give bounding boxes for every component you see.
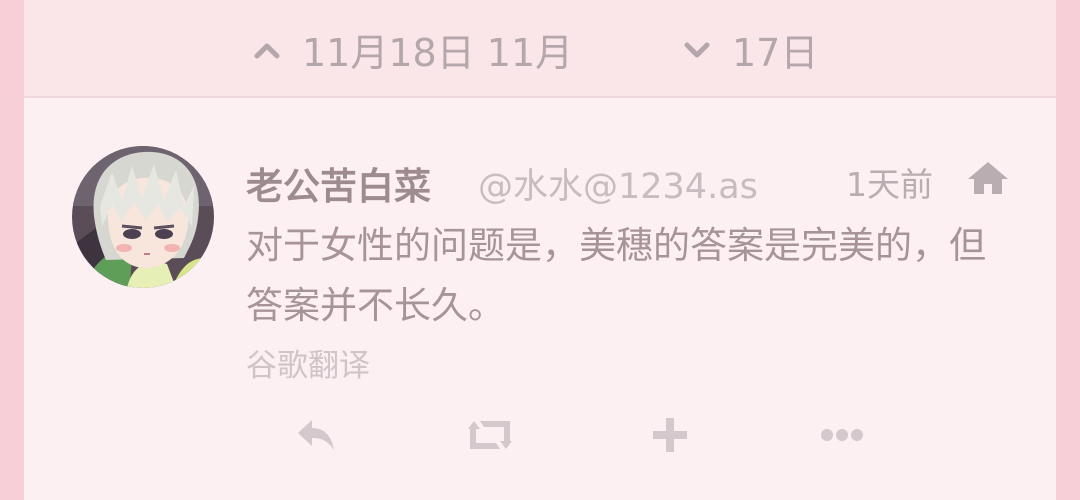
status-header: 老公苦白菜 @水水@1234.as 1天前 (246, 156, 1046, 209)
earlier-date-label: 11月18日 11月 (302, 31, 574, 75)
more-icon (821, 429, 863, 441)
boost-icon (468, 421, 512, 449)
translate-link[interactable]: 谷歌翻译 (246, 340, 370, 385)
load-later-button[interactable]: 17日 (684, 22, 818, 77)
avatar-image (72, 146, 214, 288)
boost-button[interactable] (460, 412, 520, 458)
author-handle[interactable]: @水水@1234.as (478, 158, 758, 209)
status-card[interactable]: 老公苦白菜 @水水@1234.as 1天前 对于女性的问题是，美穗的答案是完美的… (24, 98, 1056, 500)
timestamp[interactable]: 1天前 (846, 158, 933, 206)
later-date-label: 17日 (732, 31, 819, 75)
home-icon (968, 162, 1008, 194)
chevron-down-icon (684, 42, 710, 57)
favourite-button[interactable] (640, 412, 700, 458)
chevron-up-icon (254, 43, 280, 58)
timeline-column: 11月18日 11月 17日 老公苦白菜 @水水@1234.as 1天前 对于女… (24, 0, 1056, 500)
date-range-bar: 11月18日 11月 17日 (24, 0, 1056, 98)
favourite-plus-icon (653, 418, 687, 452)
load-earlier-button[interactable]: 11月18日 11月 (254, 22, 573, 77)
more-button[interactable] (812, 412, 872, 458)
author-name[interactable]: 老公苦白菜 (246, 156, 431, 210)
status-action-bar (246, 412, 886, 458)
status-content: 对于女性的问题是，美穗的答案是完美的，但答案并不长久。 (246, 224, 986, 327)
reply-button[interactable] (286, 412, 346, 458)
reply-icon (298, 420, 334, 450)
avatar[interactable] (72, 146, 214, 288)
